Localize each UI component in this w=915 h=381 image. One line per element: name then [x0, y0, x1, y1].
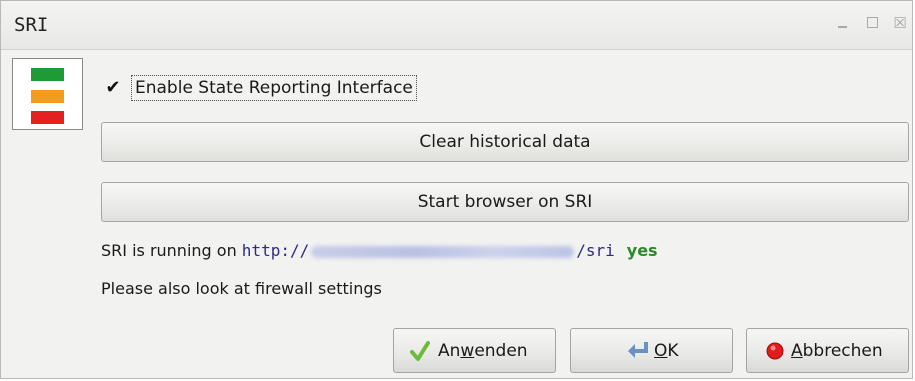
- cancel-button[interactable]: Abbrechen: [746, 328, 909, 373]
- sri-url-start[interactable]: http://: [242, 241, 309, 260]
- stop-icon: [766, 342, 784, 360]
- redacted-host: [311, 245, 575, 258]
- close-icon[interactable]: ☒: [892, 15, 908, 31]
- sri-url-end[interactable]: /sri: [576, 241, 615, 260]
- orange-bar: [31, 90, 64, 103]
- window-title: SRI: [14, 14, 49, 36]
- ok-label: OK: [654, 341, 679, 361]
- red-bar: [31, 111, 64, 124]
- maximize-icon[interactable]: [865, 15, 881, 31]
- enable-sri-checkbox[interactable]: ✔: [102, 77, 124, 99]
- green-bar: [31, 68, 64, 81]
- apply-button[interactable]: Anwenden: [393, 328, 556, 373]
- enable-sri-label[interactable]: Enable State Reporting Interface: [131, 75, 417, 101]
- sri-status-line: SRI is running on http:// /sri yes: [101, 241, 658, 260]
- minimize-icon[interactable]: [835, 15, 851, 31]
- firewall-note: Please also look at firewall settings: [101, 279, 382, 298]
- checkmark-icon: [410, 341, 430, 361]
- ok-button[interactable]: OK: [570, 328, 733, 373]
- enter-arrow-icon: [628, 342, 648, 358]
- status-prefix: SRI is running on: [101, 241, 242, 260]
- cancel-label: Abbrechen: [791, 341, 883, 361]
- sri-dialog-window: SRI ☒ ✔ Enable State Reporting Interface…: [0, 0, 913, 379]
- title-bar: SRI ☒: [1, 1, 912, 50]
- apply-label: Anwenden: [438, 341, 528, 361]
- clear-historical-data-button[interactable]: Clear historical data: [101, 122, 909, 162]
- sri-traffic-light-logo: [12, 58, 83, 130]
- start-browser-button[interactable]: Start browser on SRI: [101, 182, 909, 222]
- running-status: yes: [626, 241, 658, 260]
